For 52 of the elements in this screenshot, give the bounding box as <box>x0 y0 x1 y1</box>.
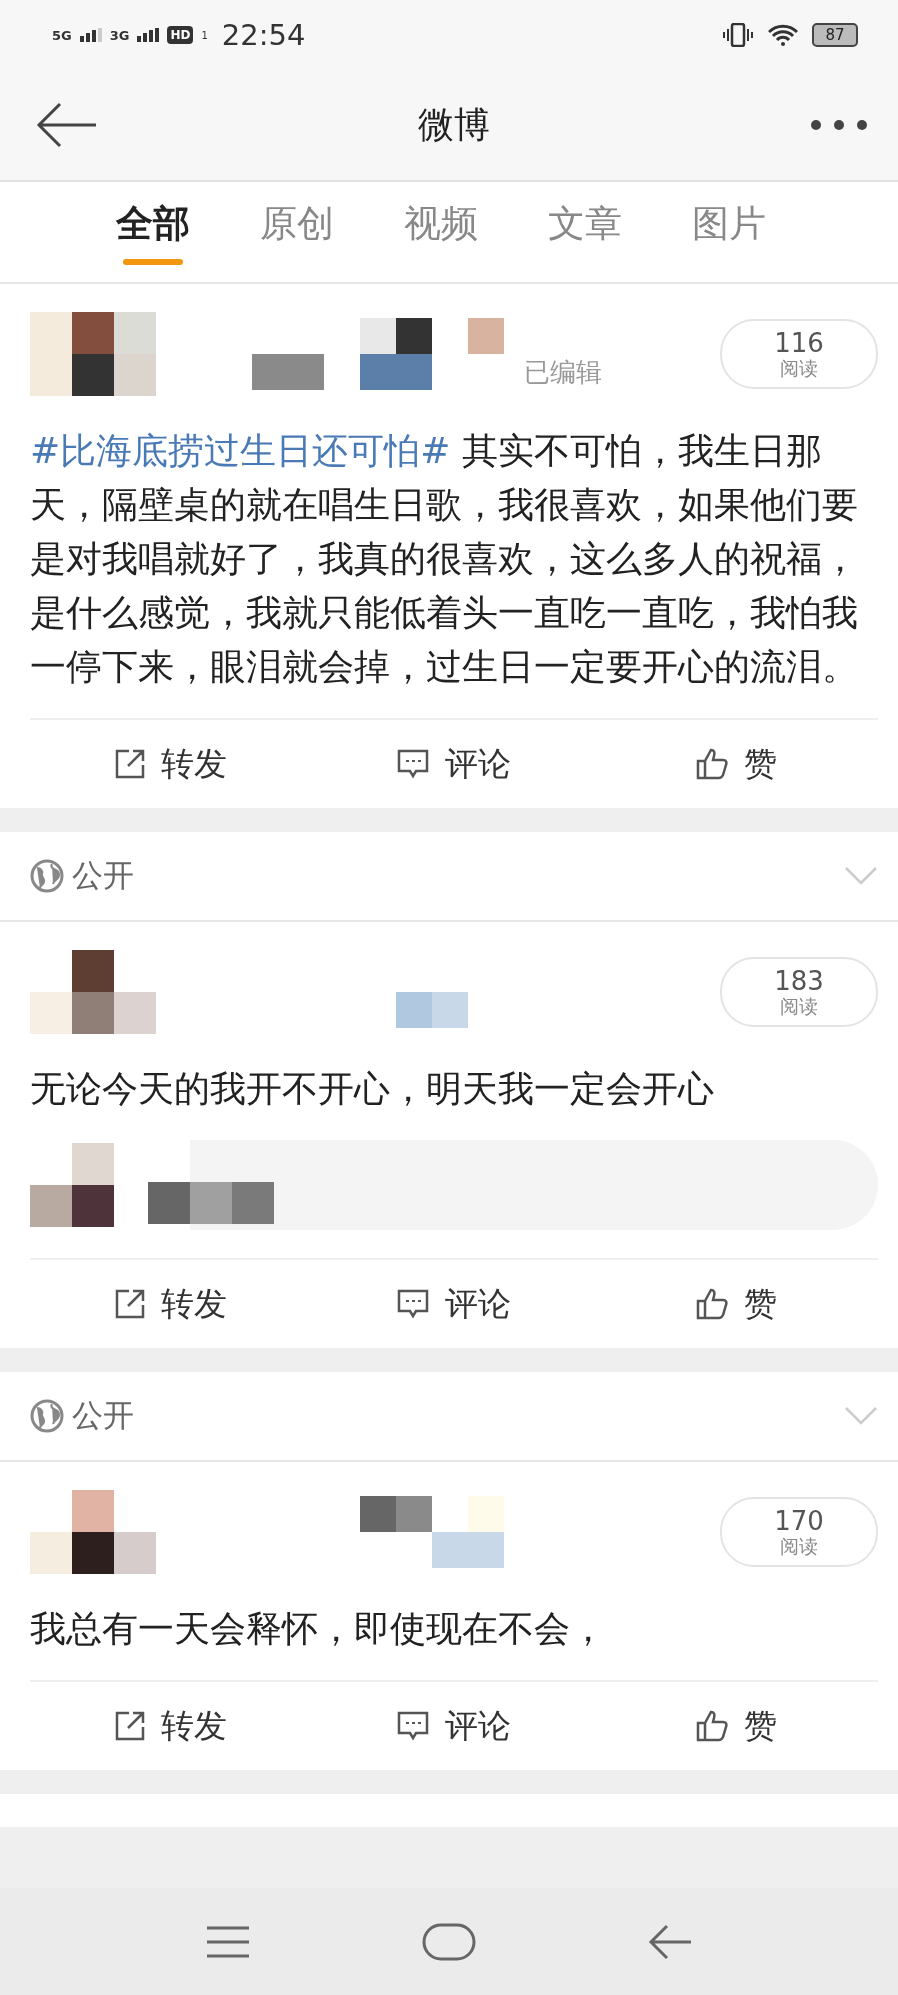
read-count-badge: 170 阅读 <box>720 1497 878 1567</box>
globe-icon <box>30 859 64 893</box>
read-count-badge: 183 阅读 <box>720 957 878 1027</box>
repost-button[interactable]: 转发 <box>30 1260 313 1348</box>
hashtag-link[interactable]: #比海底捞过生日还可怕# <box>30 430 451 471</box>
thumbs-up-icon <box>696 1710 729 1742</box>
blurred-username <box>396 992 468 1028</box>
post-text: #比海底捞过生日还可怕# 其实不可怕，我生日那天，隔壁桌的就在唱生日歌，我很喜欢，如果他们要是对我唱就好了，我真的很喜欢，这么多人的祝福，是什么感觉，我就只能低着头一直吃一直吃，我怕我一停下来，眼泪就会掉，过生日一定要开心的流泪。 <box>30 429 859 689</box>
thumbs-up-icon <box>696 748 729 780</box>
repost-button[interactable]: 转发 <box>30 1682 313 1770</box>
like-button[interactable]: 赞 <box>595 720 878 808</box>
back-button[interactable] <box>646 1922 693 1961</box>
tab[interactable]: 文章 <box>548 182 622 282</box>
read-count-badge: 116 阅读 <box>720 319 878 389</box>
repost-icon <box>115 1289 146 1319</box>
signal-icon <box>79 28 102 42</box>
comment-button[interactable]: 评论 <box>312 720 596 808</box>
comment-icon <box>397 1711 429 1741</box>
repost-icon <box>115 749 146 779</box>
tab[interactable]: 图片 <box>692 182 766 282</box>
more-button[interactable] <box>810 119 868 131</box>
like-button[interactable]: 赞 <box>595 1682 878 1770</box>
like-button[interactable]: 赞 <box>595 1260 878 1348</box>
battery-indicator: 87 <box>812 23 858 47</box>
home-button[interactable] <box>422 1922 476 1961</box>
comment-icon <box>397 749 429 779</box>
hd-badge: HD <box>167 26 194 44</box>
clock: 22:54 <box>221 18 306 52</box>
network-label: 3G <box>109 27 130 43</box>
comment-button[interactable]: 评论 <box>312 1260 596 1348</box>
post-text: 无论今天的我开不开心，明天我一定会开心 <box>30 1067 715 1111</box>
tab[interactable]: 原创 <box>260 182 334 282</box>
edited-label: 已编辑 <box>524 356 602 389</box>
post-text: 我总有一天会释怀，即使现在不会， <box>30 1607 607 1651</box>
network-label: 5G <box>52 27 72 43</box>
wifi-icon <box>768 24 798 46</box>
visibility-label: 公开 <box>72 1396 135 1435</box>
comment-icon <box>397 1289 429 1319</box>
menu-button[interactable] <box>205 1924 252 1959</box>
repost-icon <box>115 1711 146 1741</box>
sim-index: 1 <box>201 29 208 41</box>
tab[interactable]: 全部 <box>116 182 190 282</box>
visibility-label: 公开 <box>72 856 135 895</box>
tab[interactable]: 视频 <box>404 182 478 282</box>
repost-button[interactable]: 转发 <box>30 720 313 808</box>
vibrate-icon <box>722 23 754 47</box>
back-button[interactable] <box>36 102 98 148</box>
comment-button[interactable]: 评论 <box>312 1682 596 1770</box>
signal-icon <box>137 28 160 42</box>
thumbs-up-icon <box>696 1288 729 1320</box>
globe-icon <box>30 1399 64 1433</box>
page-title: 微博 <box>418 102 490 147</box>
